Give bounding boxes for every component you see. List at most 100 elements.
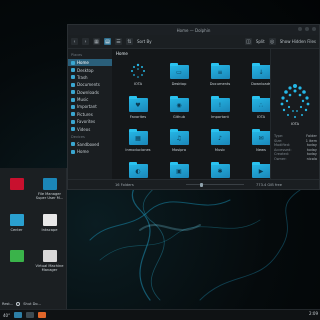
sort-icon[interactable]: ⇅	[126, 38, 133, 45]
iota-logo-icon	[280, 84, 310, 118]
status-bar: 16 Folders 773.4 GiB free	[68, 179, 319, 189]
favorites-icon	[71, 119, 75, 124]
file-name: News	[256, 148, 266, 152]
app-label: File Manager Super User M...	[35, 192, 64, 201]
folder-icon: ≡	[210, 63, 230, 79]
folder-icon: !	[210, 96, 230, 112]
file-item[interactable]: ♥ Favorites	[118, 96, 158, 129]
launcher-app[interactable]	[0, 178, 33, 214]
file-item[interactable]: ≡ Documents	[200, 63, 240, 96]
split-button[interactable]: Split	[256, 39, 265, 44]
launcher-app[interactable]: File Manager Super User M...	[33, 178, 66, 214]
file-item[interactable]: ♫ Mosipro	[159, 129, 199, 162]
sidebar-item-trash[interactable]: Trash	[68, 74, 112, 81]
shutdown-button[interactable]: Shut Do...	[23, 302, 41, 306]
file-manager-window[interactable]: Home — Dolphin ‹ › ▦ ▤ ☰ ⇅ Sort By ◫ Spl…	[67, 24, 320, 190]
zoom-slider-handle[interactable]	[199, 182, 203, 187]
power-icon[interactable]	[16, 302, 21, 306]
breadcrumb[interactable]: Home	[112, 49, 270, 58]
folder-icon: ▭	[169, 63, 189, 79]
app-label: Inkscape	[41, 228, 58, 232]
sidebar-item-music[interactable]: Music	[68, 96, 112, 103]
folder-icon: ♪	[210, 129, 230, 145]
folder-icon: ▦	[128, 129, 148, 145]
forward-icon[interactable]: ›	[82, 38, 89, 45]
launcher-app[interactable]: Inkscape	[33, 214, 66, 250]
app-label: Virtual Machine Manager	[35, 264, 64, 273]
folder-icon: ✱	[210, 162, 230, 178]
launcher-app[interactable]: Virtual Machine Manager	[33, 250, 66, 286]
file-item[interactable]: ▦ Inmoduciones	[118, 129, 158, 162]
folder-icon: ◐	[128, 162, 148, 178]
folder-count: 16 Folders	[115, 182, 134, 187]
window-titlebar[interactable]: Home — Dolphin	[68, 25, 319, 35]
clock[interactable]: 2:09	[309, 311, 318, 316]
window-controls	[298, 27, 316, 31]
firefox-task-icon[interactable]	[38, 312, 47, 318]
compact-view-icon[interactable]: ▤	[104, 38, 111, 45]
file-name: IOTA	[133, 82, 143, 86]
favorite-apps: File Manager Super User M... Center Inksca…	[0, 178, 66, 286]
properties-list: Type: Folder Size: 1 item Modified: today Acce…	[274, 134, 317, 161]
downloads-icon	[71, 90, 75, 95]
toolbar: ‹ › ▦ ▤ ☰ ⇅ Sort By ◫ Split ◎ Show Hidde…	[68, 35, 319, 49]
launcher-app[interactable]: Center	[0, 214, 33, 250]
folder-icon: ↓	[251, 63, 271, 79]
maximize-button[interactable]	[305, 27, 309, 31]
file-item[interactable]: IOTA	[118, 63, 158, 96]
split-icon[interactable]: ◫	[244, 38, 252, 45]
file-name: Favorites	[129, 115, 147, 119]
file-item[interactable]: ♪ Music	[200, 129, 240, 162]
file-grid: IOTA ▭ Desktop ≡ Documents ↓ Downloads ♥ Favorit…	[118, 63, 281, 195]
terminal-task-icon[interactable]	[26, 312, 35, 318]
window-title: Home — Dolphin	[176, 27, 211, 33]
trash-icon	[71, 75, 75, 80]
back-icon[interactable]: ‹	[71, 38, 78, 45]
folder-icon: ▶	[251, 162, 271, 178]
sidebar-item-important[interactable]: Important	[68, 103, 112, 110]
launcher-app[interactable]	[0, 250, 33, 286]
files-task-icon[interactable]	[14, 312, 23, 318]
folder-icon: ✉	[251, 129, 271, 145]
file-item[interactable]: ! Important	[200, 96, 240, 129]
sidebar-item-pictures[interactable]: Pictures	[68, 111, 112, 118]
sidebar-item-desktop[interactable]: Desktop	[68, 66, 112, 73]
places-sidebar: Places Home Desktop Trash Documents Down…	[68, 49, 112, 179]
file-name: Mosipro	[171, 148, 187, 152]
folder-icon: ▣	[169, 162, 189, 178]
property-row: Owner: nicola	[274, 157, 317, 162]
eye-icon[interactable]: ◎	[268, 38, 276, 45]
restart-button[interactable]: Rest...	[2, 302, 13, 306]
sidebar-item-documents[interactable]: Documents	[68, 81, 112, 88]
free-space: 773.4 GiB free	[256, 182, 282, 187]
details-view-icon[interactable]: ☰	[115, 38, 122, 45]
file-name: Inmoduciones	[125, 148, 151, 152]
sidebar-device-home[interactable]: Home	[68, 148, 112, 155]
property-value: nicola	[306, 156, 317, 161]
iota-logo-icon	[129, 63, 148, 79]
app-icon	[9, 250, 24, 262]
zoom-slider[interactable]	[186, 182, 244, 187]
file-view[interactable]: Home IOTA ▭ Desktop ≡ Documents ↓ Downloads ♥ Fa…	[112, 49, 271, 185]
application-launcher: File Manager Super User M... Center Inksca…	[0, 168, 67, 310]
sidebar-item-home[interactable]: Home	[68, 59, 112, 67]
folder-icon: ♥	[128, 96, 148, 112]
show-hidden-button[interactable]: Show Hidden Files	[280, 39, 316, 44]
videos-icon	[71, 127, 75, 132]
file-item[interactable]: ▭ Desktop	[159, 63, 199, 96]
file-name: IOTA	[256, 115, 266, 119]
preview-name: IOTA	[290, 122, 300, 126]
sidebar-device-sandboxed[interactable]: Sandboxed	[68, 141, 112, 148]
sort-button[interactable]: Sort By	[137, 39, 152, 44]
icons-view-icon[interactable]: ▦	[93, 38, 100, 45]
close-button[interactable]	[312, 27, 316, 31]
sidebar-item-downloads[interactable]: Downloads	[68, 89, 112, 96]
sidebar-item-favorites[interactable]: Favorites	[68, 118, 112, 125]
app-icon	[9, 178, 24, 190]
sidebar-item-videos[interactable]: Videos	[68, 125, 112, 132]
minimize-button[interactable]	[298, 27, 302, 31]
pictures-icon	[71, 112, 75, 117]
file-name: Github	[172, 115, 186, 119]
temperature: 40°	[3, 312, 11, 318]
file-item[interactable]: ◉ Github	[159, 96, 199, 129]
